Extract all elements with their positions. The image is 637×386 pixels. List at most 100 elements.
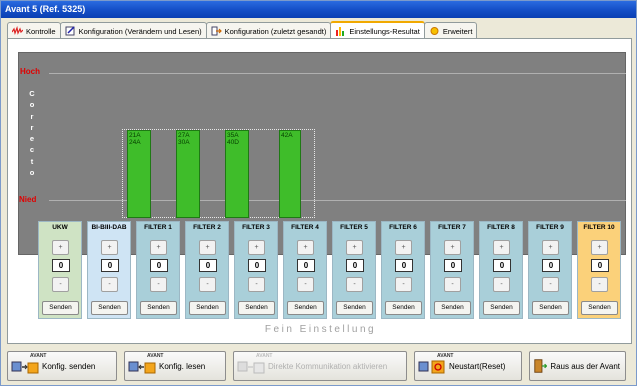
- decrease-button[interactable]: -: [101, 277, 118, 292]
- direct-communication-label: Direkte Kommunikation aktivieren: [268, 361, 388, 371]
- send-button[interactable]: Senden: [483, 301, 520, 315]
- increase-button[interactable]: +: [52, 240, 69, 255]
- decrease-button[interactable]: -: [591, 277, 608, 292]
- low-label: Nied: [19, 195, 37, 204]
- send-button[interactable]: Senden: [532, 301, 569, 315]
- decrease-button[interactable]: -: [297, 277, 314, 292]
- decrease-button[interactable]: -: [395, 277, 412, 292]
- edit-icon: [65, 26, 75, 36]
- increase-button[interactable]: +: [493, 240, 510, 255]
- increase-button[interactable]: +: [542, 240, 559, 255]
- exit-label: Raus aus der Avant: [550, 361, 620, 371]
- bar-label: 35A: [227, 132, 239, 139]
- filter-value[interactable]: 0: [346, 259, 364, 272]
- restart-icon: [418, 360, 445, 374]
- send-button[interactable]: Senden: [287, 301, 324, 315]
- filter-label: FILTER 5: [340, 224, 368, 231]
- tab-label: Konfiguration (zuletzt gesandt): [224, 26, 327, 36]
- fine-tuning-label: Fein Einstellung: [264, 324, 377, 335]
- restart-button[interactable]: AVANT Neustart(Reset): [414, 351, 522, 381]
- send-config-button[interactable]: AVANT Konfig. senden: [7, 351, 117, 381]
- send-config-label: Konfig. senden: [42, 361, 96, 371]
- filter-label: FILTER 9: [536, 224, 564, 231]
- increase-button[interactable]: +: [346, 240, 363, 255]
- axis-letter: r: [30, 122, 34, 132]
- tab-content-panel: Hoch C o r r e c t o Nied 21A 24A 27A 30…: [7, 38, 632, 344]
- channel-bar: 27A 30A: [176, 130, 200, 218]
- tab-bar: Kontrolle Konfiguration (Verändern und L…: [7, 21, 478, 39]
- decrease-button[interactable]: -: [346, 277, 363, 292]
- read-config-button[interactable]: AVANT Konfig. lesen: [124, 351, 226, 381]
- send-button[interactable]: Senden: [42, 301, 79, 315]
- send-button[interactable]: Senden: [189, 301, 226, 315]
- filter-value[interactable]: 0: [248, 259, 266, 272]
- filter-control: FILTER 9 +0 - Senden: [528, 221, 572, 319]
- filter-value[interactable]: 0: [444, 259, 462, 272]
- send-button[interactable]: Senden: [91, 301, 128, 315]
- filter-control: BI-BIII-DAB +0 - Senden: [87, 221, 131, 319]
- bar-label: 42A: [281, 132, 293, 139]
- filter-value[interactable]: 0: [297, 259, 315, 272]
- filter-control: FILTER 1 +0 - Senden: [136, 221, 180, 319]
- filter-value[interactable]: 0: [199, 259, 217, 272]
- send-button[interactable]: Senden: [238, 301, 275, 315]
- increase-button[interactable]: +: [101, 240, 118, 255]
- filter-label: BI-BIII-DAB: [91, 224, 127, 231]
- decrease-button[interactable]: -: [542, 277, 559, 292]
- sun-icon: [430, 27, 439, 35]
- increase-button[interactable]: +: [297, 240, 314, 255]
- tab-konfiguration[interactable]: Konfiguration (Verändern und Lesen): [59, 22, 207, 39]
- tab-erweitert[interactable]: Erweitert: [423, 22, 478, 39]
- bar-label: 27A: [178, 132, 190, 139]
- filter-value[interactable]: 0: [150, 259, 168, 272]
- filter-control: FILTER 5 +0 - Senden: [332, 221, 376, 319]
- bar-label: 24A: [129, 139, 141, 146]
- send-button[interactable]: Senden: [385, 301, 422, 315]
- channel-bar: 35A 40D: [225, 130, 249, 218]
- bar-label: 21A: [129, 132, 141, 139]
- axis-letter: r: [30, 111, 34, 121]
- increase-button[interactable]: +: [150, 240, 167, 255]
- filter-control: FILTER 7 +0 - Senden: [430, 221, 474, 319]
- read-config-label: Konfig. lesen: [159, 361, 206, 371]
- decrease-button[interactable]: -: [444, 277, 461, 292]
- tab-konfiguration-gesandt[interactable]: Konfiguration (zuletzt gesandt): [205, 22, 332, 39]
- tab-kontrolle[interactable]: Kontrolle: [7, 22, 61, 39]
- decrease-button[interactable]: -: [150, 277, 167, 292]
- channel-bar: 21A 24A: [127, 130, 151, 218]
- decrease-button[interactable]: -: [52, 277, 69, 292]
- filter-control: UKW +0 - Senden: [38, 221, 82, 319]
- axis-letter: t: [30, 156, 34, 166]
- exit-button[interactable]: Raus aus der Avant: [529, 351, 626, 381]
- title-bar: Avant 5 (Ref. 5325): [1, 1, 636, 18]
- increase-button[interactable]: +: [395, 240, 412, 255]
- filter-value[interactable]: 0: [52, 259, 70, 272]
- decrease-button[interactable]: -: [493, 277, 510, 292]
- increase-button[interactable]: +: [591, 240, 608, 255]
- increase-button[interactable]: +: [444, 240, 461, 255]
- bottom-toolbar: AVANT Konfig. senden AVANT Konfig. lesen…: [7, 351, 635, 383]
- decrease-button[interactable]: -: [248, 277, 265, 292]
- filter-value[interactable]: 0: [542, 259, 560, 272]
- send-button[interactable]: Senden: [581, 301, 618, 315]
- filter-control: FILTER 4 +0 - Senden: [283, 221, 327, 319]
- filter-value[interactable]: 0: [395, 259, 413, 272]
- increase-button[interactable]: +: [248, 240, 265, 255]
- channel-bar: 42A: [279, 130, 301, 218]
- filter-value[interactable]: 0: [591, 259, 609, 272]
- axis-letter: C: [29, 89, 35, 98]
- increase-button[interactable]: +: [199, 240, 216, 255]
- tab-label: Kontrolle: [26, 26, 56, 36]
- exit-door-icon: [534, 359, 548, 373]
- filter-value[interactable]: 0: [493, 259, 511, 272]
- filter-control: FILTER 3 +0 - Senden: [234, 221, 278, 319]
- direct-communication-button[interactable]: AVANT Direkte Kommunikation aktivieren: [233, 351, 407, 381]
- send-button[interactable]: Senden: [140, 301, 177, 315]
- decrease-button[interactable]: -: [199, 277, 216, 292]
- tab-einstellungs-resultat[interactable]: Einstellungs-Resultat: [330, 21, 425, 39]
- filter-label: FILTER 2: [193, 224, 221, 231]
- send-button[interactable]: Senden: [336, 301, 373, 315]
- filter-label: FILTER 7: [438, 224, 466, 231]
- filter-value[interactable]: 0: [101, 259, 119, 272]
- send-button[interactable]: Senden: [434, 301, 471, 315]
